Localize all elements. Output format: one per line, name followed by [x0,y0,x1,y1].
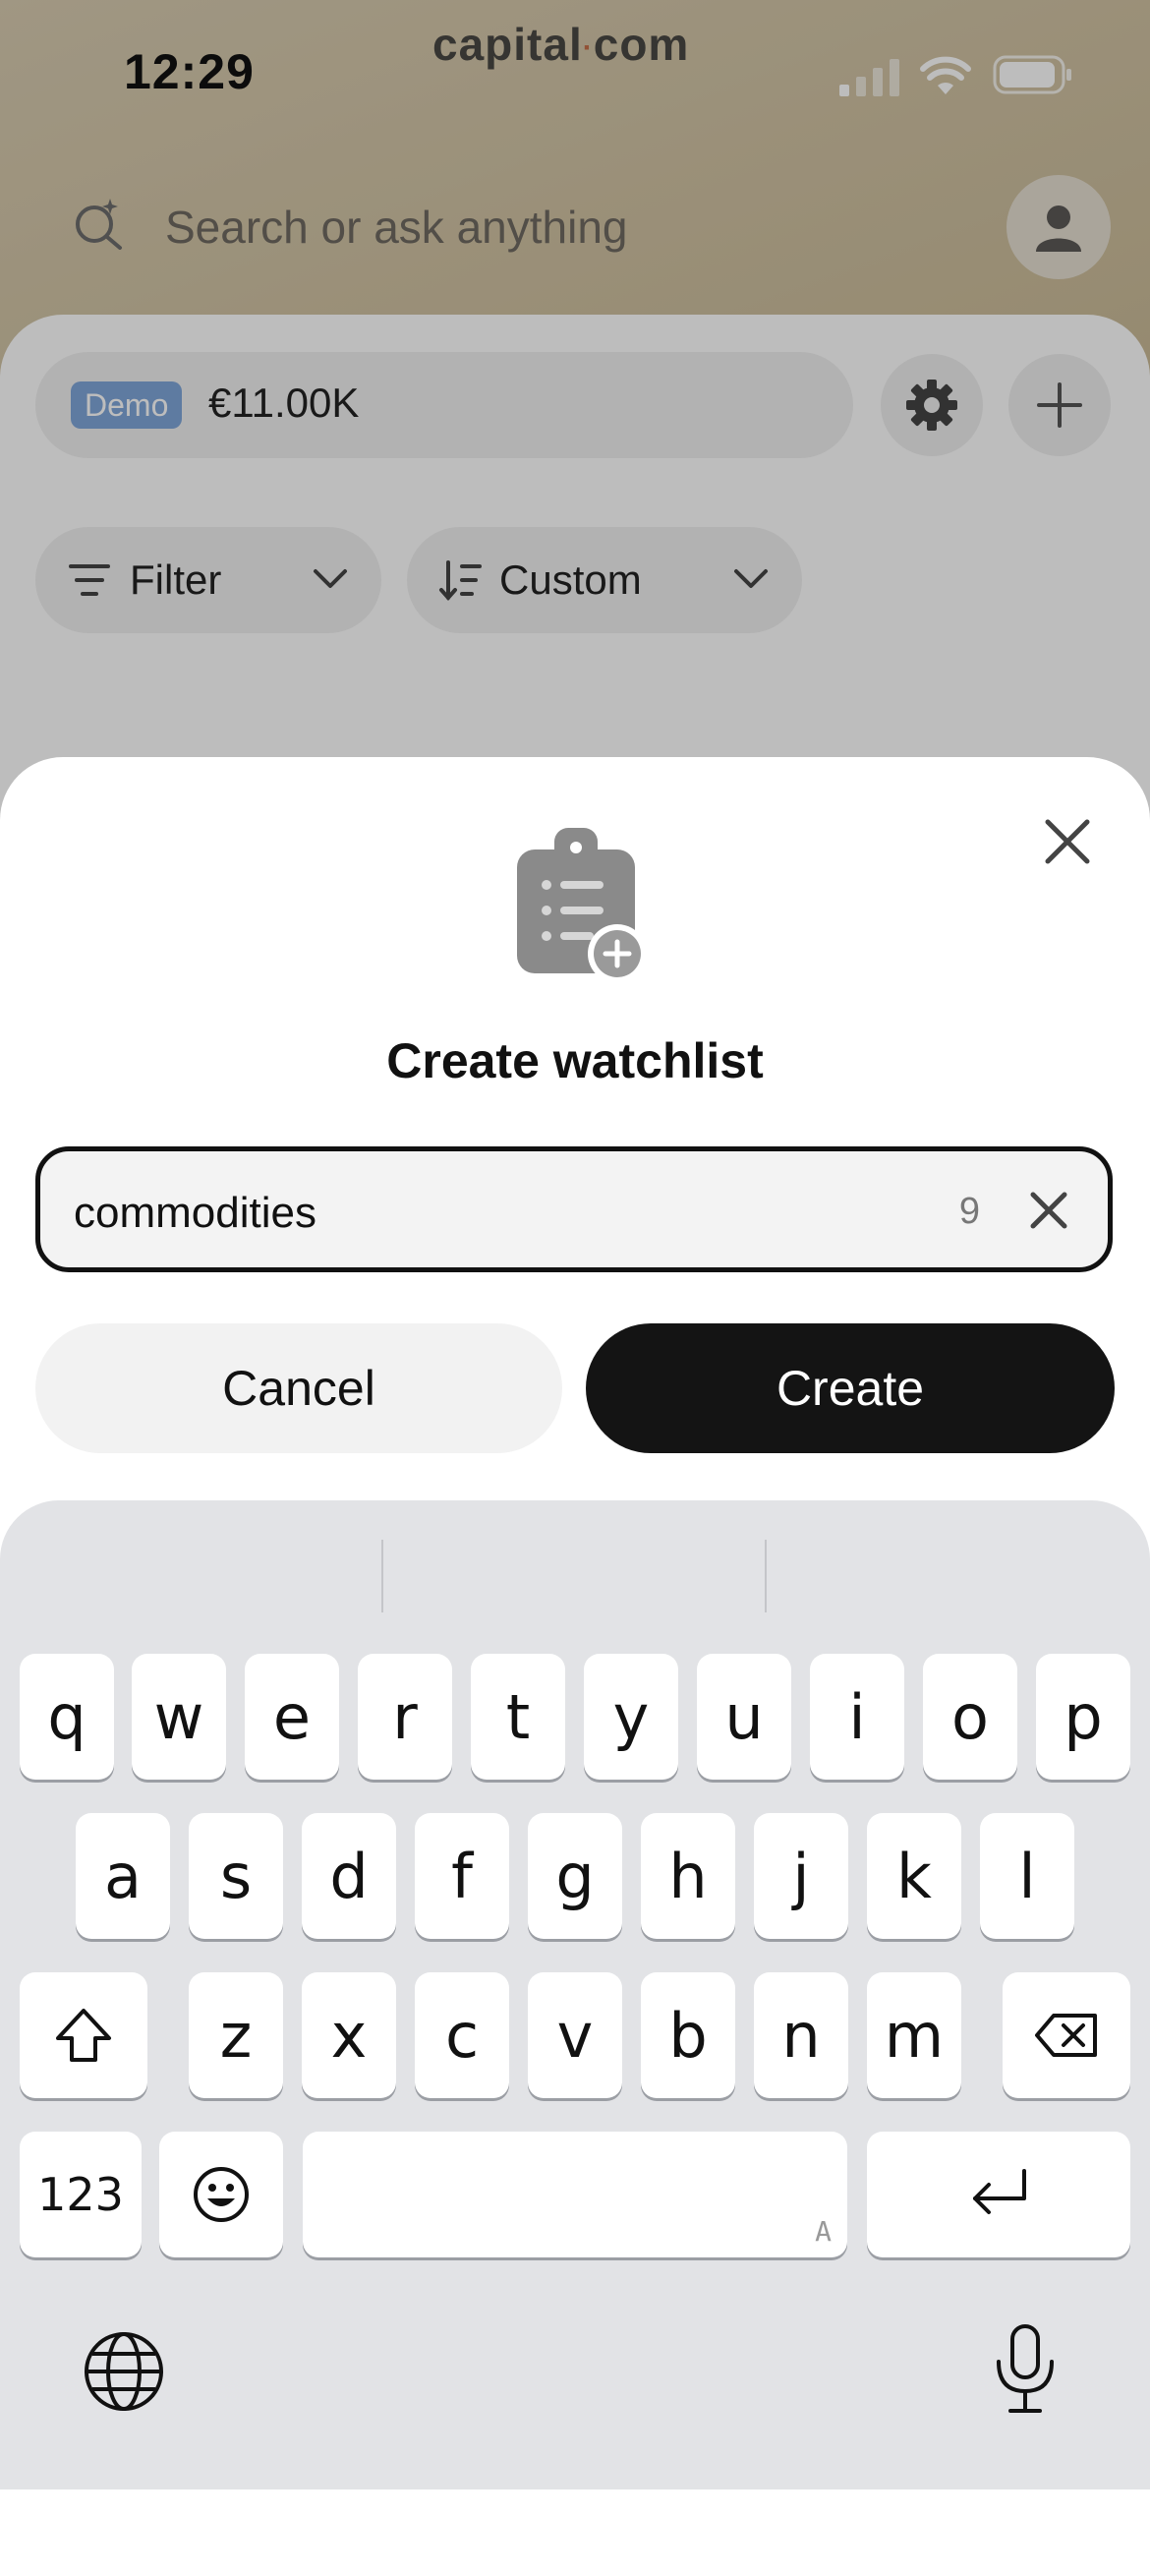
sheet-title: Create watchlist [386,1033,764,1088]
key-r[interactable]: r [358,1654,452,1780]
key-s[interactable]: s [189,1813,283,1939]
key-v[interactable]: v [528,1972,622,2098]
watchlist-name-input[interactable]: commodities 9 [35,1146,1113,1272]
key-y[interactable]: y [584,1654,678,1780]
suggestion-divider [381,1540,383,1612]
key-c[interactable]: c [415,1972,509,2098]
key-q[interactable]: q [20,1654,114,1780]
character-count: 9 [958,1191,980,1232]
key-z[interactable]: z [189,1972,283,2098]
clear-input-button[interactable] [1019,1181,1078,1240]
key-k[interactable]: k [867,1813,961,1939]
cancel-button[interactable]: Cancel [35,1323,562,1453]
key-n[interactable]: n [754,1972,848,2098]
key-l[interactable]: l [980,1813,1074,1939]
close-button[interactable] [1038,812,1097,871]
clipboard-add-icon [517,828,647,983]
close-icon [1045,819,1090,864]
key-b[interactable]: b [641,1972,735,2098]
key-g[interactable]: g [528,1813,622,1939]
suggestion-divider [765,1540,767,1612]
key-d[interactable]: d [302,1813,396,1939]
shift-key[interactable] [20,1972,147,2098]
emoji-key[interactable] [159,2132,283,2257]
return-key[interactable] [867,2132,1130,2257]
key-w[interactable]: w [132,1654,226,1780]
key-h[interactable]: h [641,1813,735,1939]
create-button[interactable]: Create [586,1323,1115,1453]
space-key[interactable]: A [303,2132,847,2257]
key-a[interactable]: a [76,1813,170,1939]
key-m[interactable]: m [867,1972,961,2098]
key-f[interactable]: f [415,1813,509,1939]
key-u[interactable]: u [697,1654,791,1780]
key-j[interactable]: j [754,1813,848,1939]
clear-icon [1030,1192,1067,1229]
key-i[interactable]: i [810,1654,904,1780]
space-hint: A [815,2215,832,2248]
key-o[interactable]: o [923,1654,1017,1780]
key-p[interactable]: p [1036,1654,1130,1780]
return-icon [973,2169,1026,2214]
shift-icon [56,2009,111,2062]
key-x[interactable]: x [302,1972,396,2098]
numbers-key[interactable]: 123 [20,2132,142,2257]
key-t[interactable]: t [471,1654,565,1780]
key-e[interactable]: e [245,1654,339,1780]
backspace-icon [1035,2014,1097,2057]
globe-icon[interactable] [83,2330,165,2413]
emoji-icon [194,2167,249,2222]
microphone-icon[interactable] [991,2322,1060,2417]
watchlist-name-value: commodities [74,1189,316,1237]
backspace-key[interactable] [1003,1972,1130,2098]
